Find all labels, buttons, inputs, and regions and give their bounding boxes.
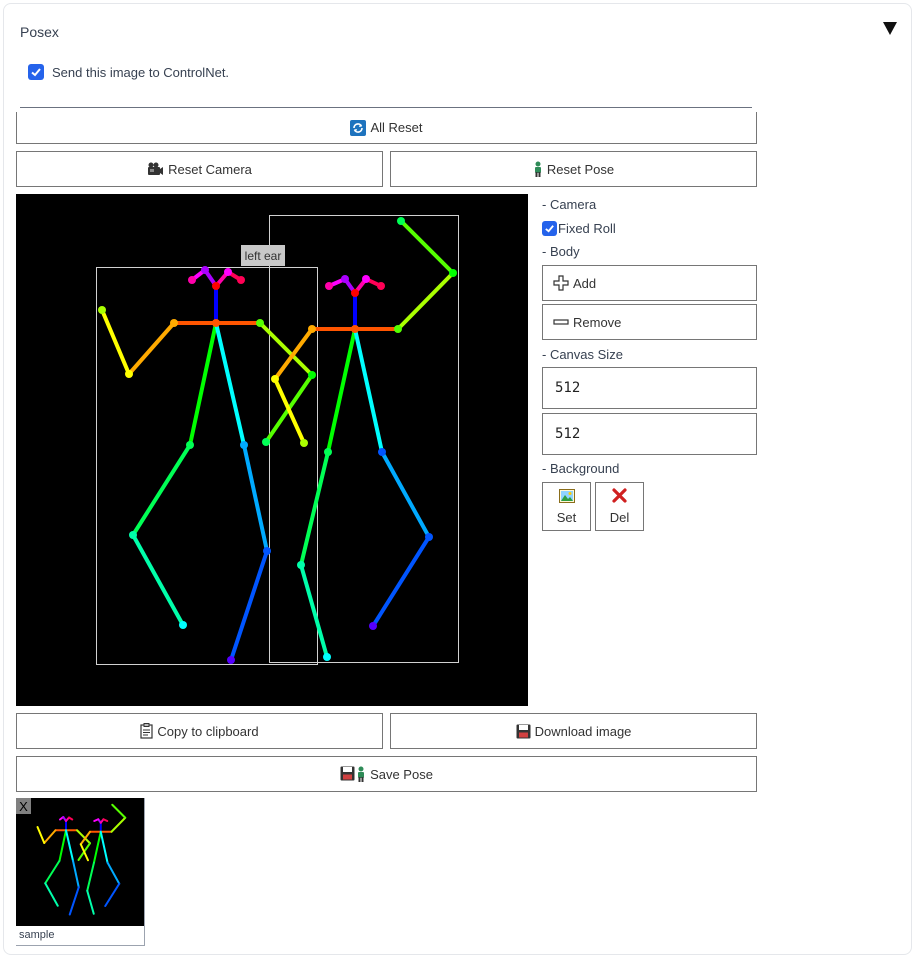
panel-title: Posex — [20, 24, 59, 40]
download-image-label: Download image — [534, 723, 632, 739]
remove-body-label: Remove — [573, 314, 622, 330]
clipboard-icon — [140, 723, 154, 739]
save-pose-button[interactable]: Save Pose — [16, 756, 757, 792]
delete-background-label: Del — [609, 510, 630, 525]
copy-to-clipboard-button[interactable]: Copy to clipboard — [16, 713, 383, 749]
camera-icon — [147, 162, 164, 177]
floppy-icon — [516, 724, 531, 739]
all-reset-label: All Reset — [370, 120, 423, 135]
floppy-person-icon — [340, 766, 366, 782]
plus-icon — [553, 275, 569, 291]
person-icon — [533, 161, 543, 177]
canvas-size-section-label: - Canvas Size — [542, 347, 623, 362]
divider — [20, 107, 752, 108]
pose-canvas[interactable]: left ear — [16, 194, 528, 706]
camera-section-label: - Camera — [542, 197, 597, 212]
refresh-icon — [350, 119, 367, 136]
fixed-roll-row[interactable]: Fixed Roll — [542, 221, 616, 236]
body-section-label: - Body — [542, 244, 580, 259]
left-pose-skeleton[interactable] — [98, 266, 316, 664]
reset-camera-label: Reset Camera — [168, 161, 252, 177]
fixed-roll-label: Fixed Roll — [558, 221, 616, 236]
remove-body-button[interactable]: Remove — [542, 304, 757, 340]
download-image-button[interactable]: Download image — [390, 713, 757, 749]
reset-camera-button[interactable]: Reset Camera — [16, 151, 383, 187]
background-section-label: - Background — [542, 461, 620, 476]
saved-pose-image[interactable] — [16, 798, 144, 926]
reset-pose-button[interactable]: Reset Pose — [390, 151, 757, 187]
minus-icon — [553, 314, 569, 330]
set-background-label: Set — [556, 509, 577, 525]
saved-pose-thumbnail[interactable]: X sample — [16, 798, 145, 946]
red-x-icon — [612, 488, 627, 506]
right-pose-skeleton[interactable] — [271, 217, 457, 661]
saved-pose-caption: sample — [19, 929, 55, 941]
set-background-button[interactable]: Set — [542, 482, 591, 531]
left-figure-bounding-box — [96, 267, 318, 665]
remove-saved-pose-button[interactable]: X — [16, 798, 31, 814]
controlnet-checkbox-label: Send this image to ControlNet. — [52, 64, 230, 80]
add-body-button[interactable]: Add — [542, 265, 757, 301]
picture-icon — [558, 488, 575, 506]
controlnet-checkbox[interactable] — [28, 64, 44, 80]
joint-tooltip-text: left ear — [245, 249, 282, 263]
fixed-roll-checkbox[interactable] — [542, 221, 557, 236]
save-pose-label: Save Pose — [370, 766, 433, 782]
add-body-label: Add — [573, 275, 597, 291]
triangle-down-icon[interactable] — [883, 22, 897, 35]
controlnet-checkbox-row[interactable]: Send this image to ControlNet. — [28, 64, 229, 80]
delete-background-button[interactable]: Del — [595, 482, 644, 531]
canvas-height-input[interactable]: 512 — [542, 413, 757, 455]
canvas-width-input[interactable]: 512 — [542, 367, 757, 409]
copy-to-clipboard-label: Copy to clipboard — [157, 723, 259, 739]
all-reset-button[interactable]: All Reset — [16, 112, 757, 144]
reset-pose-label: Reset Pose — [546, 161, 615, 177]
